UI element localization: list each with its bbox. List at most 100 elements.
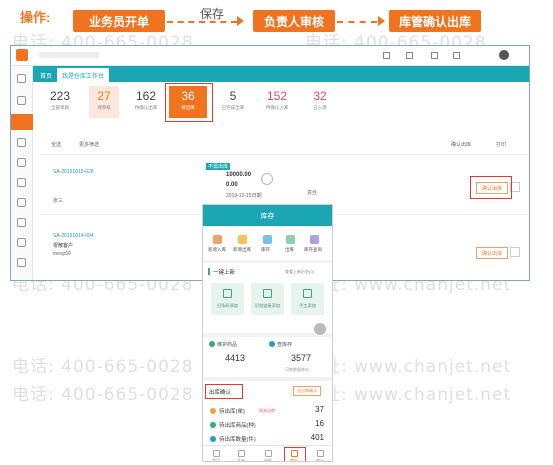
highlight-to-ship: [165, 83, 213, 122]
stat-value: 152: [266, 89, 288, 103]
stat-shipped[interactable]: 5 已完成出库: [216, 86, 250, 118]
section-title: 一键上新: [213, 270, 236, 276]
desktop-topbar: [11, 46, 529, 66]
nav-stats[interactable]: 统计: [311, 450, 329, 462]
stat-value: 162: [135, 89, 157, 103]
order-number[interactable]: SA-20191015-028: [53, 169, 94, 175]
stat-pending-review[interactable]: 27 待审核: [89, 86, 119, 118]
avatar[interactable]: [499, 50, 509, 60]
operation-label: 操作:: [20, 10, 51, 25]
report-icon[interactable]: [17, 178, 26, 187]
stat-all-drafts[interactable]: 223 全部草稿: [45, 86, 75, 118]
order-number[interactable]: SA-20191014-004: [53, 233, 94, 239]
stock-right-label: 查库存: [277, 342, 293, 348]
manual-add-button[interactable]: 手工添加: [291, 283, 324, 315]
quick-label: 库存: [261, 247, 270, 252]
print-link[interactable]: 打印: [496, 141, 506, 148]
list-item[interactable]: 待出库数量(件) 401: [207, 433, 330, 445]
more-button[interactable]: [510, 247, 520, 257]
entry-label: 扫条码添加: [217, 303, 238, 308]
sidebar-item-warehouse-active[interactable]: [11, 114, 33, 130]
sales-icon[interactable]: [17, 96, 26, 105]
row-value: 401: [310, 433, 324, 442]
order-paid: 0.00: [226, 182, 238, 188]
settings-icon[interactable]: [431, 52, 438, 59]
finance-icon[interactable]: [17, 158, 26, 167]
outbound-icon[interactable]: [238, 235, 247, 244]
stat-inbound[interactable]: 32 已入库: [303, 86, 337, 118]
more-filter-link[interactable]: 更多筛选: [79, 141, 99, 148]
gear-icon[interactable]: [17, 238, 26, 247]
nav-label: 统计: [316, 458, 324, 462]
go-ship-confirm-button[interactable]: 去出库确认: [293, 386, 321, 396]
history-link[interactable]: 查看上新历史(0): [285, 269, 314, 275]
customer-icon[interactable]: [17, 218, 26, 227]
scan-icon: [223, 289, 232, 298]
order-amount: 10000.00: [226, 172, 252, 178]
desktop-tabbar: 首页 我是仓库工作台: [33, 66, 529, 82]
bottom-nav: 首页 开单 单据 库存 统计: [203, 445, 332, 462]
order-customer: 零散客户: [53, 243, 74, 249]
document-icon: [264, 450, 272, 457]
nav-label: 单据: [264, 458, 272, 462]
flow-arrow: [337, 21, 377, 23]
tab-home[interactable]: 首页: [35, 68, 57, 82]
list-item[interactable]: 待出库商品(种) 16: [207, 419, 330, 431]
stat-value: 32: [313, 89, 327, 103]
confirm-ship-button[interactable]: 确认出库: [476, 247, 508, 259]
mobile-header: 库存: [203, 205, 332, 226]
watermark-url: 电话: 400-665-0028: [12, 385, 194, 405]
stock-icon[interactable]: [263, 235, 272, 244]
ship-icon[interactable]: [286, 235, 295, 244]
edit-icon: [303, 289, 312, 298]
flow-arrow-head: [378, 16, 385, 26]
help-icon[interactable]: [453, 52, 460, 59]
flow-step-manager-review: 负责人审核: [253, 10, 335, 32]
order-icon: [237, 450, 245, 457]
row-label: 待出库商品(种): [219, 423, 256, 429]
entry-label: 手工添加: [299, 303, 316, 308]
watermark-url: 网址: www.chanjet.net: [305, 385, 512, 405]
section-marker: [208, 268, 210, 275]
inbound-icon[interactable]: [213, 235, 222, 244]
stat-pending-inbound[interactable]: 152 待确认入库: [257, 86, 297, 118]
row-label: 待出库(单): [219, 409, 245, 415]
row-value: 16: [315, 419, 324, 428]
order-dot-icon: [210, 408, 216, 414]
app-download-icon[interactable]: [406, 52, 413, 59]
chart-icon: [316, 450, 324, 457]
tab-warehouse-workbench[interactable]: 我是仓库工作台: [57, 68, 110, 82]
select-all-checkbox[interactable]: 全选: [51, 141, 61, 148]
list-item[interactable]: 待出库(单) 尚未出库 37: [207, 405, 330, 417]
link-icon: [263, 289, 272, 298]
floating-button[interactable]: [314, 323, 326, 335]
one-key-section: 一键上新 查看上新历史(0) 扫条码添加 识别链接添加 手工添加: [203, 263, 332, 335]
stat-label: 待审核: [97, 105, 111, 110]
highlight-ship-confirm: [205, 384, 243, 399]
stock-right-sub: 可售数量库存: [285, 367, 309, 372]
goods-icon[interactable]: [17, 198, 26, 207]
mobile-app-screen: 库存 新增入库 新增出库 库存 出库 库存查询 一键上新 查看上新历史(0) 扫…: [202, 204, 333, 462]
stat-label: 全部草稿: [51, 105, 69, 110]
flow-step-warehouse-confirm: 库管确认出库: [389, 10, 481, 32]
nav-order[interactable]: 开单: [232, 450, 250, 461]
search-input[interactable]: [39, 52, 99, 58]
stat-value: 223: [49, 89, 71, 103]
home-icon: [212, 450, 220, 457]
stock-left-label: 维护商品: [217, 342, 238, 348]
home-icon[interactable]: [17, 74, 26, 83]
stat-pending-confirm[interactable]: 162 待确认出库: [131, 86, 161, 118]
scan-barcode-button[interactable]: 扫条码添加: [211, 283, 244, 315]
nav-docs[interactable]: 单据: [259, 450, 277, 462]
more-icon[interactable]: [17, 258, 26, 267]
link-add-button[interactable]: 识别链接添加: [251, 283, 284, 315]
quick-label: 出库: [285, 247, 294, 252]
stock-query-icon[interactable]: [310, 235, 319, 244]
confirm-ship-link[interactable]: 确认出库: [451, 141, 471, 148]
quantity-dot-icon: [210, 436, 216, 442]
logo-icon: [16, 49, 28, 61]
purchase-icon[interactable]: [17, 138, 26, 147]
nav-home[interactable]: 首页: [207, 450, 225, 461]
row-label: 待出库数量(件): [219, 437, 256, 443]
message-icon[interactable]: [383, 52, 390, 59]
